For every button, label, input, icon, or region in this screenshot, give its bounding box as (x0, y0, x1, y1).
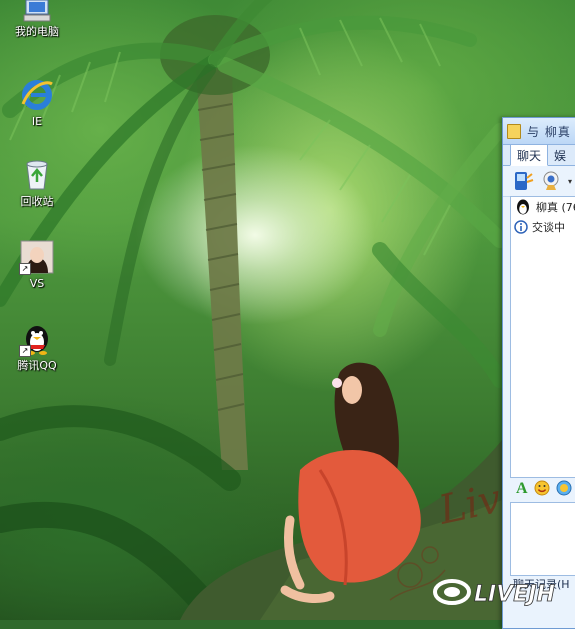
wallpaper-palm-scene: Live (0, 0, 528, 620)
contact-avatar-icon (517, 199, 529, 215)
emoticon-icon[interactable] (534, 480, 550, 499)
qq-penguin-icon: ↗ (19, 322, 54, 357)
desktop-wallpaper: Live (0, 0, 575, 620)
chat-window[interactable]: 与 柳真 聊天 娱 ▾ 柳真 (7 交谈中 A 聊天记录(H (502, 117, 575, 629)
info-icon (514, 220, 528, 234)
svg-text:LIVEJH: LIVEJH (474, 582, 555, 607)
desktop-icon-label: IE (31, 115, 43, 128)
desktop-icon-vs[interactable]: ↗ VS (5, 240, 69, 290)
chat-status-text: 交谈中 (532, 221, 565, 234)
font-icon[interactable]: A (516, 480, 528, 498)
chevron-down-icon[interactable]: ▾ (568, 177, 572, 186)
internet-explorer-icon (20, 78, 54, 112)
magic-emoticon-icon[interactable] (556, 480, 572, 499)
watermark-logo: LIVEJH (432, 574, 562, 610)
desktop-icon-my-computer[interactable]: 我的电脑 (5, 0, 69, 38)
desktop-icon-label: 回收站 (20, 195, 54, 208)
chat-toolbar: ▾ (503, 166, 575, 197)
tab-chat[interactable]: 聊天 (510, 144, 549, 166)
message-input[interactable] (510, 502, 575, 576)
recycle-bin-icon (20, 158, 54, 192)
photo-shortcut-icon: ↗ (19, 240, 54, 275)
message-history-area[interactable]: 柳真 (76 交谈中 (510, 196, 575, 478)
contact-name: 柳真 (76 (536, 201, 575, 214)
desktop-icon-label: 腾讯QQ (17, 359, 57, 372)
desktop-icon-qq[interactable]: ↗ 腾讯QQ (5, 322, 69, 372)
phone-icon[interactable] (512, 170, 534, 192)
my-computer-icon (20, 0, 54, 22)
chat-window-titlebar[interactable]: 与 柳真 (503, 118, 575, 145)
status-row: 交谈中 (511, 217, 575, 237)
chat-tabs: 聊天 娱 (503, 144, 575, 166)
chat-window-icon (507, 123, 521, 139)
chat-window-title: 与 柳真 (527, 124, 571, 139)
webcam-icon[interactable] (540, 170, 562, 192)
desktop-icon-recycle-bin[interactable]: 回收站 (5, 158, 69, 208)
contact-row: 柳真 (76 (511, 197, 575, 217)
tab-entertainment[interactable]: 娱 (548, 145, 572, 165)
shortcut-arrow-icon: ↗ (19, 263, 31, 275)
desktop-icon-ie[interactable]: IE (5, 78, 69, 128)
shortcut-arrow-icon: ↗ (19, 345, 31, 357)
desktop-icon-label: 我的电脑 (15, 25, 59, 38)
desktop-icon-label: VS (29, 277, 45, 290)
format-toolbar: A (510, 478, 575, 500)
